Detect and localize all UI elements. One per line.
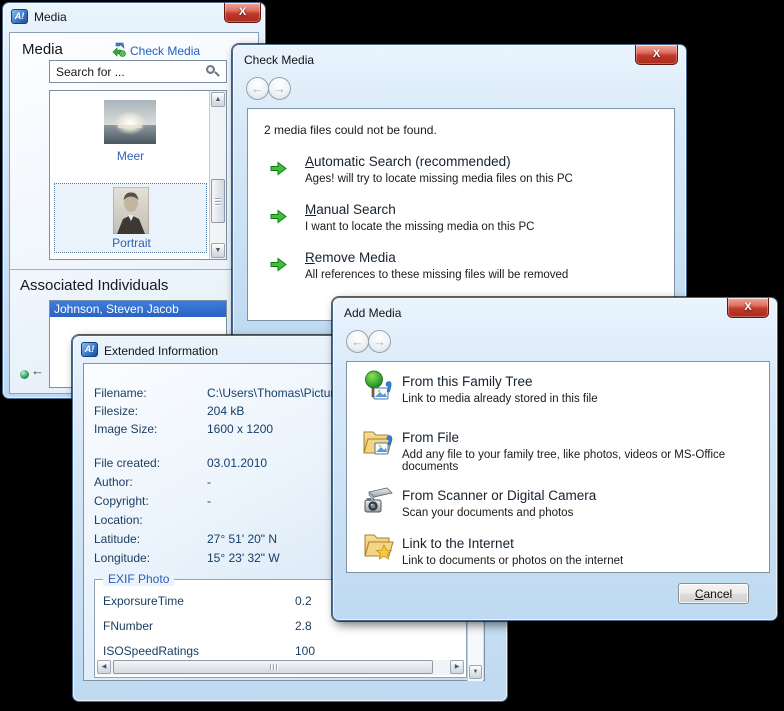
field-value-file-created: 03.01.2010 bbox=[207, 456, 267, 470]
media-item-label: Portrait bbox=[55, 236, 208, 250]
scroll-right-icon[interactable]: ▶ bbox=[450, 660, 464, 674]
desktop: { "app_icon_text": "A!", "colors": { "ti… bbox=[0, 0, 784, 711]
add-media-titlebar[interactable]: Add Media X bbox=[333, 298, 777, 326]
portrait-thumbnail bbox=[113, 187, 149, 234]
media-window-titlebar[interactable]: A! Media X bbox=[3, 3, 265, 31]
media-list: Meer Portrait bbox=[49, 90, 227, 260]
check-media-link[interactable]: Check Media bbox=[130, 44, 200, 58]
close-icon[interactable]: X bbox=[635, 45, 678, 65]
field-label-latitude: Latitude: bbox=[94, 532, 140, 546]
field-value-longitude: 15° 23' 32" W bbox=[207, 551, 280, 565]
meer-thumbnail bbox=[104, 100, 156, 144]
exif-row-value: 100 bbox=[295, 644, 315, 658]
exif-legend: EXIF Photo bbox=[103, 572, 174, 586]
check-media-titlebar[interactable]: Check Media X bbox=[233, 45, 686, 73]
section-divider bbox=[10, 269, 258, 270]
field-value-latitude: 27° 51' 20" N bbox=[207, 532, 277, 546]
scanner-camera-icon bbox=[361, 484, 395, 518]
scroll-up-icon[interactable]: ▲ bbox=[211, 92, 225, 107]
folder-star-icon bbox=[361, 530, 395, 564]
field-label-filesize: Filesize: bbox=[94, 404, 138, 418]
field-value-filename: C:\Users\Thomas\Pictur bbox=[207, 386, 334, 400]
back-icon[interactable]: ← bbox=[246, 77, 269, 100]
check-media-content: 2 media files could not be found. Automa… bbox=[247, 108, 675, 321]
add-media-title: Add Media bbox=[344, 306, 401, 320]
media-list-scrollbar[interactable]: ▲ ▼ bbox=[209, 91, 226, 259]
field-value-copyright: - bbox=[207, 494, 211, 508]
app-icon: A! bbox=[81, 342, 98, 357]
exif-row-name: ISOSpeedRatings bbox=[103, 644, 199, 658]
field-label-file-created: File created: bbox=[94, 456, 160, 470]
scroll-left-icon[interactable]: ◀ bbox=[97, 660, 111, 674]
extended-info-title: Extended Information bbox=[104, 344, 218, 358]
field-label-longitude: Longitude: bbox=[94, 551, 150, 565]
scroll-down-icon[interactable]: ▼ bbox=[211, 243, 225, 258]
close-icon[interactable]: X bbox=[727, 298, 769, 318]
field-label-image-size: Image Size: bbox=[94, 422, 157, 436]
cancel-button[interactable]: Cancel bbox=[678, 583, 749, 604]
field-value-image-size: 1600 x 1200 bbox=[207, 422, 273, 436]
green-arrow-icon bbox=[270, 209, 287, 224]
field-label-filename: Filename: bbox=[94, 386, 147, 400]
app-icon: A! bbox=[11, 9, 28, 24]
nav-buttons: ← → bbox=[346, 330, 391, 353]
status-sphere-icon bbox=[20, 370, 29, 379]
media-window-title: Media bbox=[34, 10, 67, 24]
green-arrow-icon bbox=[270, 257, 287, 272]
nav-buttons: ← → bbox=[246, 77, 291, 100]
media-heading: Media bbox=[22, 41, 63, 58]
exif-row-value: 2.8 bbox=[295, 619, 312, 633]
media-item-meer[interactable]: Meer bbox=[54, 97, 207, 171]
associated-individuals-heading: Associated Individuals bbox=[20, 277, 168, 294]
folder-media-icon bbox=[361, 426, 395, 460]
media-item-label: Meer bbox=[54, 149, 207, 163]
scrollbar-thumb[interactable] bbox=[113, 660, 433, 674]
media-item-portrait-selected[interactable]: Portrait bbox=[54, 183, 207, 253]
check-media-message: 2 media files could not be found. bbox=[264, 123, 437, 137]
scrollbar-thumb[interactable] bbox=[211, 179, 225, 223]
check-media-title: Check Media bbox=[244, 53, 314, 67]
green-arrow-icon bbox=[270, 161, 287, 176]
add-media-content: From this Family Tree Link to media alre… bbox=[346, 361, 770, 573]
field-label-author: Author: bbox=[94, 475, 133, 489]
tree-media-icon bbox=[361, 370, 395, 404]
field-value-filesize: 204 kB bbox=[207, 404, 244, 418]
field-label-copyright: Copyright: bbox=[94, 494, 149, 508]
left-arrow-icon: ← bbox=[31, 363, 44, 378]
scroll-down-icon[interactable]: ▼ bbox=[469, 665, 482, 679]
back-icon[interactable]: ← bbox=[346, 330, 369, 353]
check-media-icon bbox=[110, 42, 127, 58]
forward-icon[interactable]: → bbox=[368, 330, 391, 353]
exif-row-value: 0.2 bbox=[295, 594, 312, 608]
exif-horizontal-scrollbar[interactable]: ◀ ▶ bbox=[97, 660, 464, 675]
add-media-dialog: Add Media X ← → From this Family Tree bbox=[332, 297, 778, 621]
forward-icon[interactable]: → bbox=[268, 77, 291, 100]
field-value-author: - bbox=[207, 475, 211, 489]
field-label-location: Location: bbox=[94, 513, 143, 527]
search-input[interactable] bbox=[49, 60, 227, 83]
list-item[interactable]: Johnson, Steven Jacob bbox=[50, 301, 226, 317]
exif-row-name: ExporsureTime bbox=[103, 594, 184, 608]
search-icon[interactable] bbox=[206, 65, 219, 78]
close-icon[interactable]: X bbox=[224, 3, 261, 23]
exif-row-name: FNumber bbox=[103, 619, 153, 633]
